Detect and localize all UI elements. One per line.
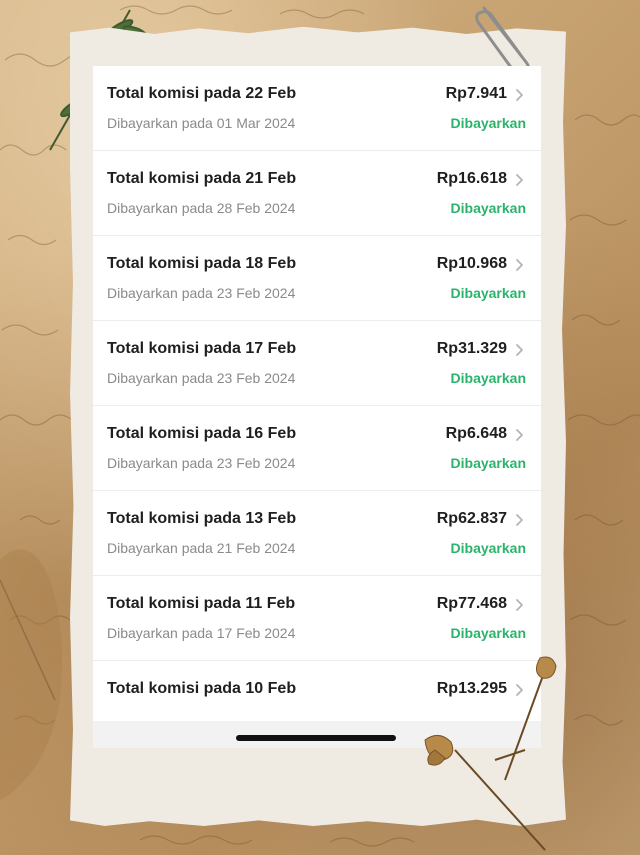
payment-date: Dibayarkan pada 23 Feb 2024 xyxy=(107,370,296,386)
commission-amount: Rp6.648 xyxy=(445,425,507,442)
payment-date: Dibayarkan pada 21 Feb 2024 xyxy=(107,540,296,556)
status-badge: Dibayarkan xyxy=(450,285,526,301)
commission-amount: Rp77.468 xyxy=(436,595,507,612)
chevron-right-icon xyxy=(516,514,523,526)
commission-title: Total komisi pada 11 Feb xyxy=(107,595,296,612)
commission-title: Total komisi pada 21 Feb xyxy=(107,170,297,187)
commission-title: Total komisi pada 18 Feb xyxy=(107,255,297,272)
chevron-right-icon xyxy=(516,684,523,696)
commission-row[interactable]: Total komisi pada 16 Feb Rp6.648 Dibayar… xyxy=(93,406,541,491)
commission-row[interactable]: Total komisi pada 18 Feb Rp10.968 Dibaya… xyxy=(93,236,541,321)
chevron-right-icon xyxy=(516,429,523,441)
commission-amount: Rp31.329 xyxy=(436,340,507,357)
commission-row[interactable]: Total komisi pada 17 Feb Rp31.329 Dibaya… xyxy=(93,321,541,406)
commission-title: Total komisi pada 17 Feb xyxy=(107,340,297,357)
status-badge: Dibayarkan xyxy=(450,115,526,131)
phone-screen: Total komisi pada 22 Feb Rp7.941 Dibayar… xyxy=(93,66,541,748)
commission-title: Total komisi pada 16 Feb xyxy=(107,425,297,442)
chevron-right-icon xyxy=(516,599,523,611)
commission-row[interactable]: Total komisi pada 11 Feb Rp77.468 Dibaya… xyxy=(93,576,541,661)
status-badge: Dibayarkan xyxy=(450,625,526,641)
payment-date: Dibayarkan pada 17 Feb 2024 xyxy=(107,625,296,641)
chevron-right-icon xyxy=(516,89,523,101)
chevron-right-icon xyxy=(516,174,523,186)
status-badge: Dibayarkan xyxy=(450,455,526,471)
home-indicator[interactable] xyxy=(236,735,396,741)
status-badge: Dibayarkan xyxy=(450,370,526,386)
payment-date: Dibayarkan pada 28 Feb 2024 xyxy=(107,200,296,216)
commission-amount: Rp10.968 xyxy=(436,255,507,272)
commission-row[interactable]: Total komisi pada 10 Feb Rp13.295 xyxy=(93,661,541,721)
commission-title: Total komisi pada 13 Feb xyxy=(107,510,297,527)
commission-title: Total komisi pada 22 Feb xyxy=(107,85,297,102)
commission-row[interactable]: Total komisi pada 13 Feb Rp62.837 Dibaya… xyxy=(93,491,541,576)
commission-amount: Rp7.941 xyxy=(445,85,507,102)
payment-date: Dibayarkan pada 01 Mar 2024 xyxy=(107,115,296,131)
commission-amount: Rp62.837 xyxy=(436,510,507,527)
commission-amount: Rp16.618 xyxy=(436,170,507,187)
payment-date: Dibayarkan pada 23 Feb 2024 xyxy=(107,455,296,471)
commission-amount: Rp13.295 xyxy=(436,680,507,697)
commission-list: Total komisi pada 22 Feb Rp7.941 Dibayar… xyxy=(93,66,541,721)
commission-title: Total komisi pada 10 Feb xyxy=(107,680,297,697)
chevron-right-icon xyxy=(516,259,523,271)
commission-row[interactable]: Total komisi pada 22 Feb Rp7.941 Dibayar… xyxy=(93,66,541,151)
status-badge: Dibayarkan xyxy=(450,200,526,216)
chevron-right-icon xyxy=(516,344,523,356)
commission-row[interactable]: Total komisi pada 21 Feb Rp16.618 Dibaya… xyxy=(93,151,541,236)
status-badge: Dibayarkan xyxy=(450,540,526,556)
payment-date: Dibayarkan pada 23 Feb 2024 xyxy=(107,285,296,301)
